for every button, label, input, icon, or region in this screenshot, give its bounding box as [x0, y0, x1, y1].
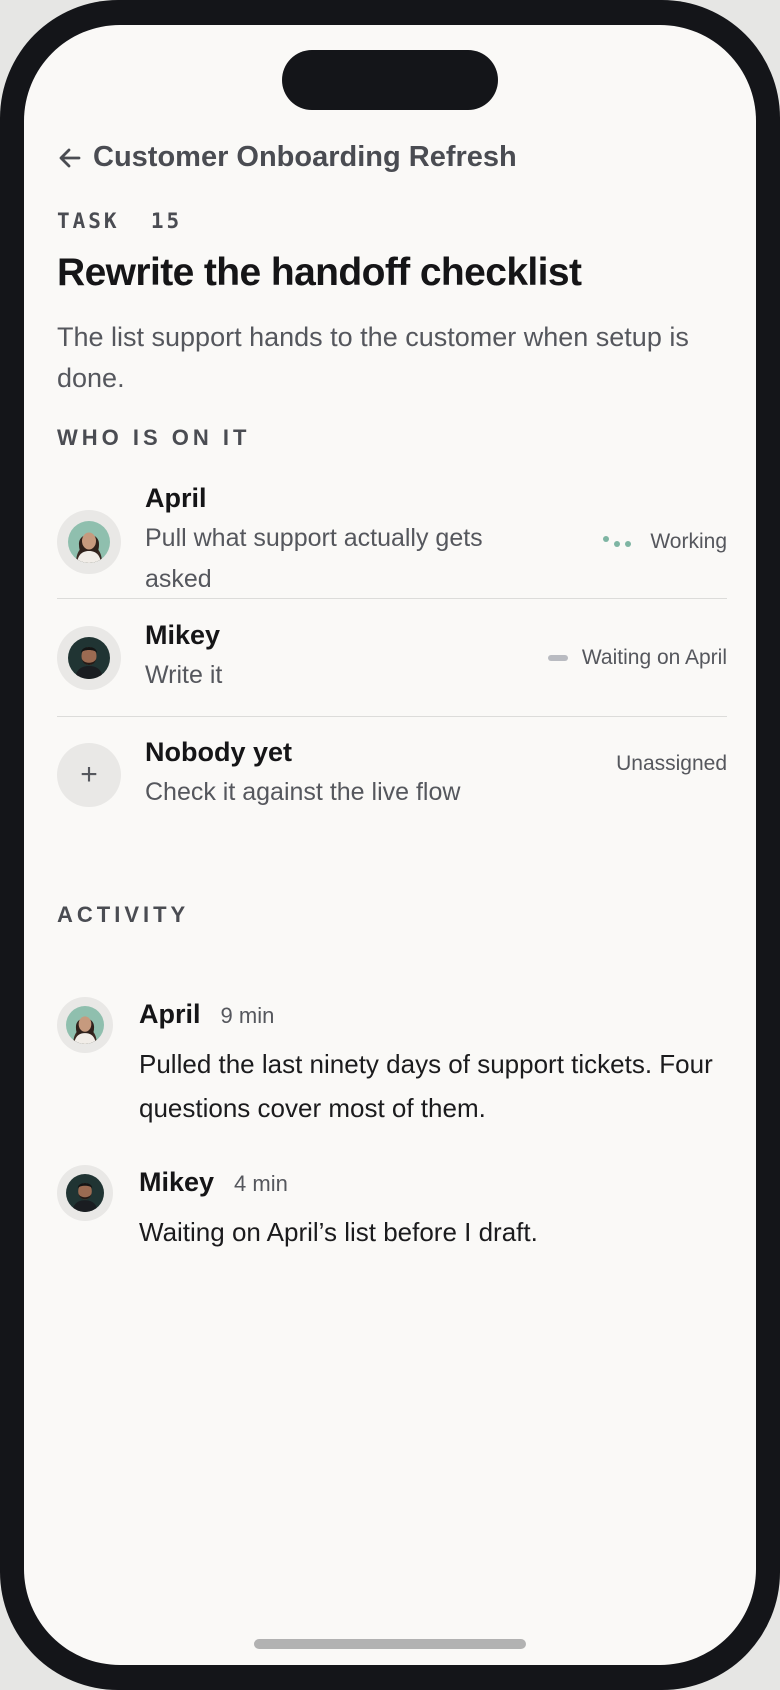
back-button[interactable]: Customer Onboarding Refresh [57, 141, 517, 174]
activity-header: Mikey 4 min [139, 1167, 727, 1198]
avatar-ring [57, 997, 113, 1053]
dynamic-island [282, 50, 498, 110]
who-section-label: WHO IS ON IT [57, 425, 251, 450]
activity-author: Mikey [139, 1167, 215, 1197]
page-title: Rewrite the handoff checklist [57, 251, 582, 294]
add-assignee-button[interactable]: + [57, 743, 121, 807]
avatar-april [66, 1006, 104, 1044]
phone-frame: Customer Onboarding Refresh TASK 15 Rewr… [0, 0, 780, 1690]
assignee-info: April Pull what support actually gets as… [145, 483, 603, 600]
back-label: Customer Onboarding Refresh [93, 141, 517, 173]
assignee-info: Mikey Write it [145, 620, 548, 696]
assignee-row-unassigned[interactable]: + Nobody yet Check it against the live f… [57, 717, 727, 833]
activity-text: Waiting on April’s list before I draft. [139, 1217, 538, 1247]
task-number: TASK 15 [57, 209, 183, 233]
avatar-ring [57, 625, 121, 690]
assignee-name: Mikey [145, 619, 221, 650]
avatar-ring [57, 509, 121, 574]
activity-item: April 9 min Pulled the last ninety days … [57, 997, 727, 1130]
assignee-info: Nobody yet Check it against the live flo… [145, 737, 616, 813]
assignee-task: Pull what support actually gets asked [145, 524, 483, 593]
arrow-left-icon [59, 148, 81, 167]
dash-icon [547, 654, 568, 661]
status-text: Waiting on April [581, 645, 727, 669]
dots-icon [603, 535, 636, 547]
avatar-mikey [68, 636, 110, 679]
activity-time: 4 min [234, 1171, 288, 1196]
activity-body: Mikey 4 min Waiting on April’s list befo… [139, 1167, 727, 1254]
activity-text: Pulled the last ninety days of support t… [139, 1049, 713, 1123]
status-text: Unassigned [616, 752, 727, 775]
status-badge: Working [603, 530, 727, 554]
activity-author: April [139, 999, 201, 1029]
screen: Customer Onboarding Refresh TASK 15 Rewr… [24, 25, 756, 1665]
assignee-row-mikey[interactable]: Mikey Write it Waiting on April [57, 599, 727, 717]
assignee-name: April [145, 483, 207, 513]
avatar-april [68, 520, 110, 563]
activity-section-label: ACTIVITY [57, 902, 190, 927]
activity-time: 9 min [220, 1003, 275, 1028]
activity-item: Mikey 4 min Waiting on April’s list befo… [57, 1165, 727, 1254]
plus-icon: + [80, 758, 98, 791]
task-description: The list support hands to the customer w… [57, 322, 689, 393]
activity-body: April 9 min Pulled the last ninety days … [139, 999, 727, 1130]
status-badge: Unassigned [616, 752, 727, 776]
status-badge: Waiting on April [547, 645, 727, 670]
activity-header: April 9 min [139, 999, 727, 1030]
assignee-row-april[interactable]: April Pull what support actually gets as… [57, 483, 727, 600]
home-indicator[interactable] [254, 1639, 526, 1649]
avatar-mikey [66, 1174, 104, 1212]
assignee-task: Write it [145, 660, 223, 689]
assignee-name: Nobody yet [145, 737, 293, 767]
avatar-ring [57, 1165, 113, 1221]
assignee-task: Check it against the live flow [145, 778, 461, 806]
status-text: Working [650, 529, 727, 553]
